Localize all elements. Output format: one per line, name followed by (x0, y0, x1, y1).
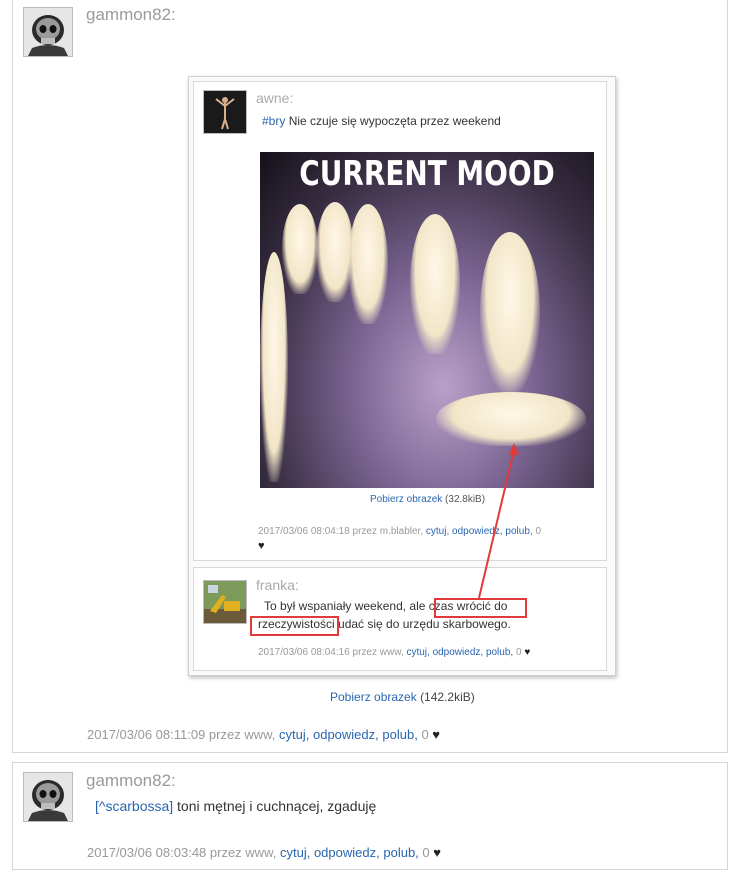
polub-link[interactable]: polub, (383, 845, 418, 860)
embedded-screenshot-image[interactable]: awne: #bry Nie czuje się wypoczęta przez… (188, 76, 616, 676)
post-gammon82-2: gammon82: [^scarbossa] toni mętnej i cuc… (12, 762, 728, 870)
cytuj-link[interactable]: cytuj, (280, 845, 310, 860)
download-image-link[interactable]: Pobierz obrazek (142.2kiB) (330, 690, 475, 704)
odpowiedz-link[interactable]: odpowiedz, (314, 845, 380, 860)
heart-icon[interactable]: ♥ (432, 727, 440, 742)
post-author[interactable]: gammon82: (86, 5, 176, 25)
post-meta: 2017/03/06 08:03:48 przez www, cytuj, od… (87, 845, 441, 860)
post-body: [^scarbossa] toni mętnej i cuchnącej, zg… (95, 798, 377, 814)
skull-avatar-icon[interactable] (23, 7, 73, 57)
mention-link[interactable]: [^scarbossa] (95, 798, 173, 814)
polub-link[interactable]: polub, (382, 727, 417, 742)
heart-icon[interactable]: ♥ (433, 845, 441, 860)
annotation-arrow-icon (478, 443, 519, 599)
post-author[interactable]: gammon82: (86, 771, 176, 791)
post-meta: 2017/03/06 08:11:09 przez www, cytuj, od… (87, 727, 441, 742)
skull-avatar-icon[interactable] (23, 772, 73, 822)
post-gammon82-1: gammon82: awne: #bry Nie czuje się wypoc… (12, 0, 728, 753)
odpowiedz-link[interactable]: odpowiedz, (313, 727, 379, 742)
cytuj-link[interactable]: cytuj, (279, 727, 309, 742)
